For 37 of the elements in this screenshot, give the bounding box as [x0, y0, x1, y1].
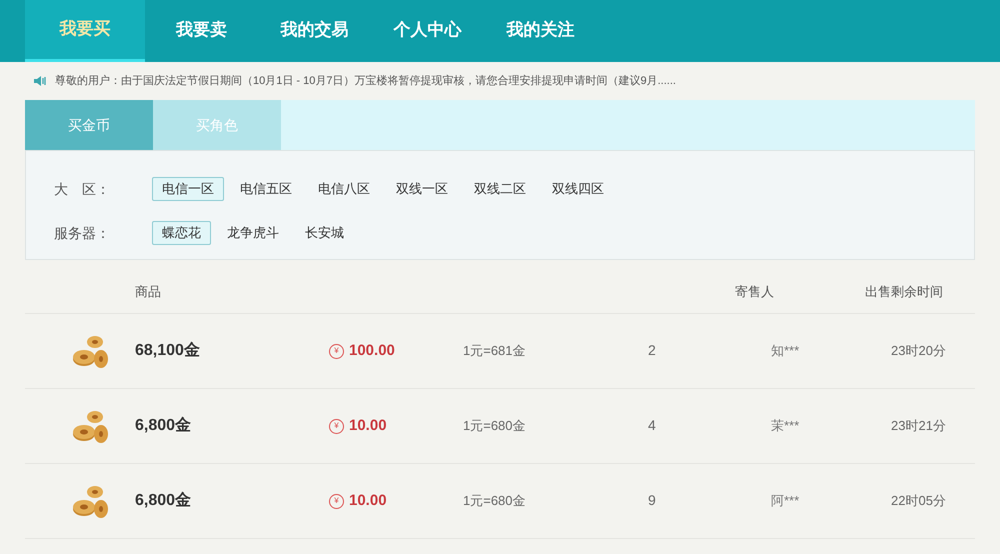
filter-option[interactable]: 双线一区 — [386, 177, 458, 201]
column-header: 寄售人 — [735, 284, 774, 299]
notice-text: 尊敬的用户：由于国庆法定节假日期间（10月1日 - 10月7日）万宝楼将暂停提现审核，请您合理安排提现申请时间（建议9月...... — [55, 74, 676, 89]
filter-option[interactable]: 电信一区 — [152, 177, 224, 201]
seller-name: 茉*** — [771, 418, 800, 433]
seller-name: 知*** — [771, 343, 800, 358]
time-remaining: 22时05分 — [891, 493, 946, 508]
stock-count: 9 — [648, 492, 656, 508]
filter-option[interactable]: 电信八区 — [308, 177, 380, 201]
yuan-icon: ¥ — [329, 344, 344, 358]
filter-option[interactable]: 蝶恋花 — [152, 221, 211, 245]
coin-amount: 6,800金 — [135, 417, 192, 434]
time-remaining: 23时21分 — [891, 418, 946, 433]
coin-amount: 6,800金 — [135, 492, 192, 509]
speaker-icon — [33, 75, 47, 87]
price: 10.00 — [349, 490, 387, 511]
exchange-rate: 1元=680金 — [463, 418, 526, 433]
yuan-icon: ¥ — [329, 418, 344, 434]
filter-label: 大 区： — [54, 180, 111, 198]
column-header: 出售剩余时间 — [865, 284, 943, 299]
filter-option[interactable]: 电信五区 — [230, 177, 302, 201]
stock-count: 4 — [648, 417, 656, 433]
coin-amount: 68,100金 — [135, 342, 200, 359]
stock-count: 2 — [648, 342, 656, 358]
exchange-rate: 1元=680金 — [463, 493, 526, 508]
filter-option[interactable]: 双线二区 — [464, 177, 536, 201]
filter-option[interactable]: 双线四区 — [542, 177, 614, 201]
price: 10.00 — [349, 416, 387, 436]
filter-option[interactable]: 龙争虎斗 — [217, 221, 289, 245]
column-header: 商品 — [135, 284, 161, 299]
yuan-icon: ¥ — [329, 494, 344, 508]
exchange-rate: 1元=681金 — [463, 343, 526, 358]
price: 100.00 — [349, 340, 395, 361]
filter-label: 服务器： — [54, 224, 111, 242]
seller-name: 阿*** — [771, 493, 800, 508]
filter-option[interactable]: 长安城 — [295, 221, 354, 245]
time-remaining: 23时20分 — [891, 343, 946, 358]
